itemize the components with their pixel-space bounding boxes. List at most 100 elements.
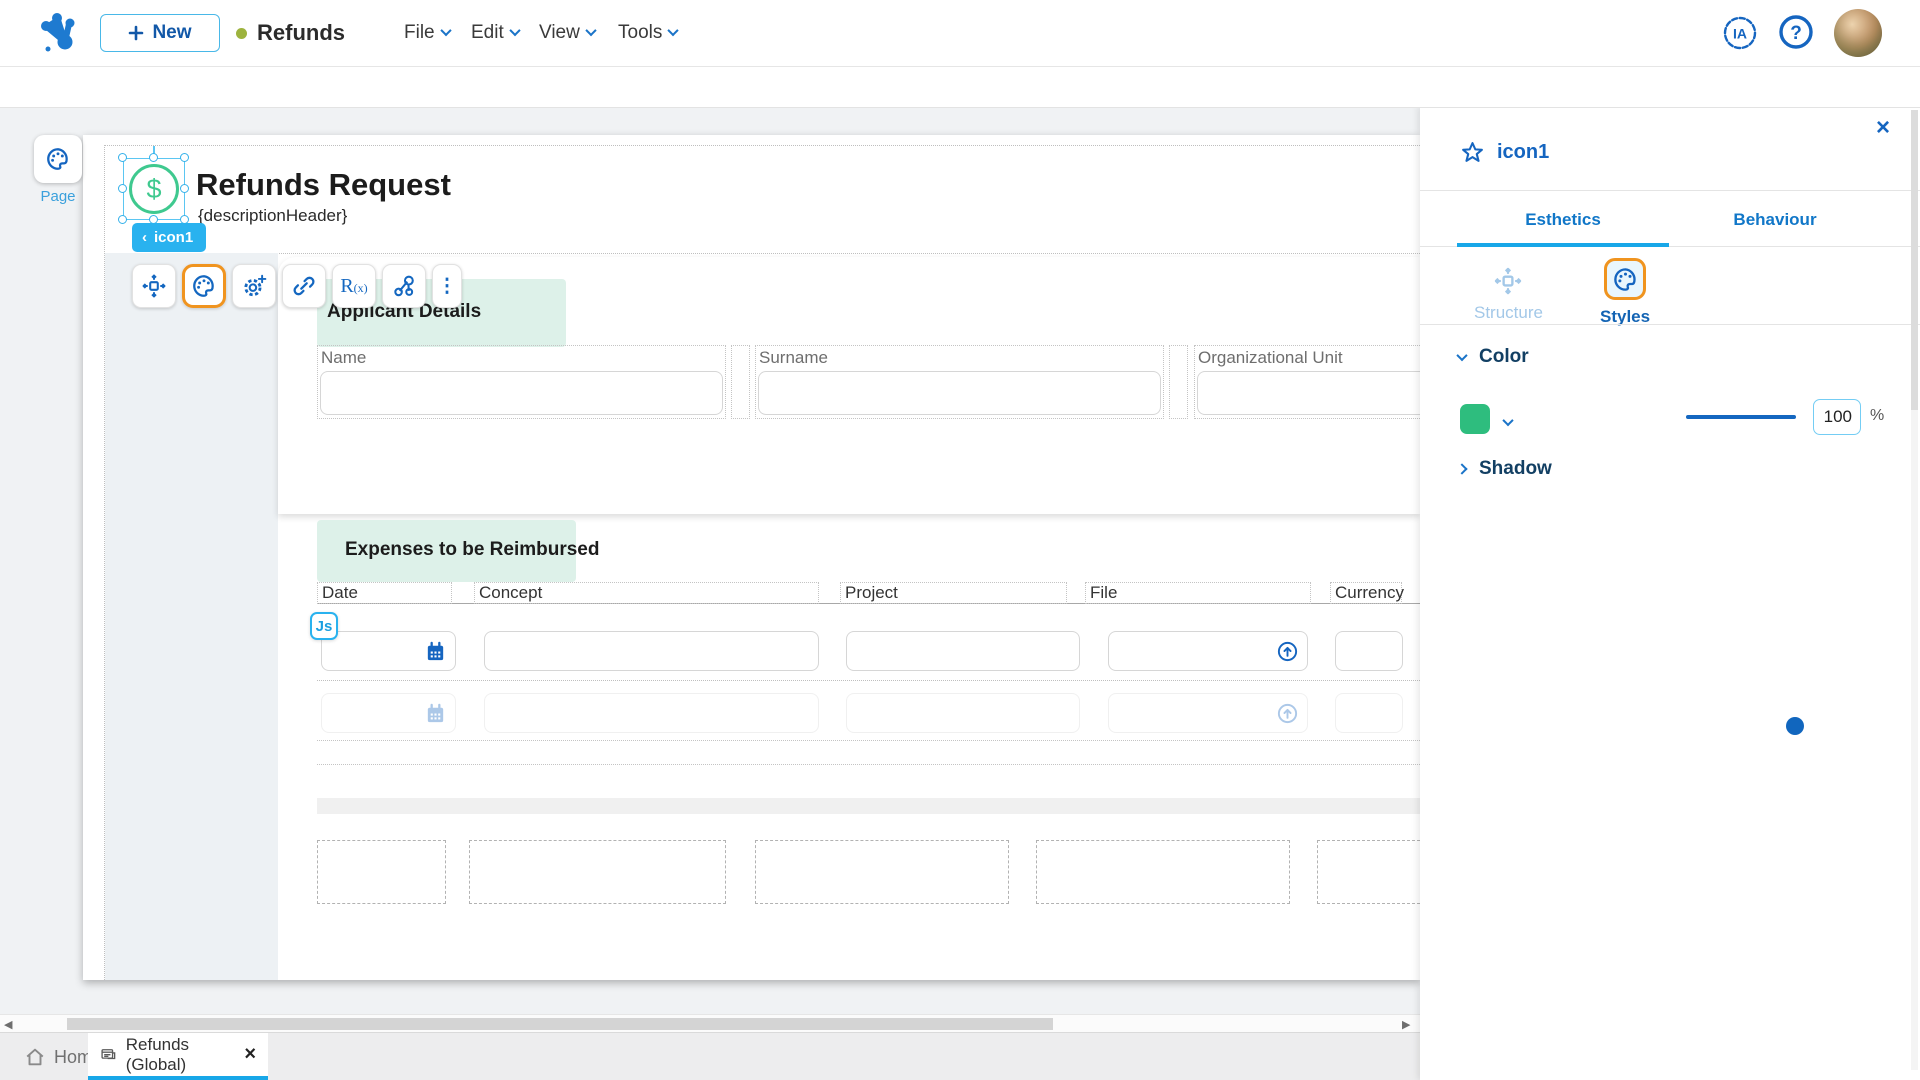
palette-icon	[1613, 267, 1636, 291]
column-header-concept[interactable]: Concept	[474, 582, 819, 604]
name-input[interactable]	[320, 371, 723, 415]
home-icon	[26, 1048, 44, 1066]
column-header-currency[interactable]: Currency	[1330, 582, 1404, 604]
opacity-slider[interactable]	[1686, 415, 1804, 735]
menu-tools-label: Tools	[618, 22, 663, 43]
column-header-date[interactable]: Date	[317, 582, 452, 604]
column-header-project[interactable]: Project	[840, 582, 1067, 604]
chevron-down-icon	[1502, 414, 1514, 427]
new-button[interactable]: New	[100, 14, 220, 52]
menu-view[interactable]: View	[539, 22, 597, 44]
empty-cell[interactable]	[755, 840, 1009, 904]
scroll-right-arrow[interactable]: ▶	[1402, 1018, 1410, 1031]
scrollbar-thumb[interactable]	[67, 1018, 1053, 1030]
palette-icon	[47, 148, 68, 170]
project-input[interactable]	[846, 631, 1080, 671]
form-tab-icon	[101, 1048, 116, 1059]
ia-assistant-button[interactable]: IA	[1718, 11, 1762, 55]
shadow-section-header[interactable]: Shadow	[1456, 458, 1552, 480]
opacity-slider-handle[interactable]	[1786, 717, 1804, 735]
menu-edit[interactable]: Edit	[471, 22, 521, 44]
question-mark-icon: ?	[1779, 15, 1813, 49]
js-event-badge[interactable]: Js	[310, 612, 338, 640]
selected-element-chip[interactable]: ‹ icon1	[132, 223, 207, 252]
plus-icon	[129, 25, 144, 41]
menu-file[interactable]: File	[404, 22, 452, 44]
panel-divider	[1420, 324, 1920, 325]
color-swatch[interactable]	[1460, 404, 1490, 434]
js-badge-label: Js	[315, 617, 333, 635]
field-cell-name[interactable]: Name	[317, 345, 726, 419]
swatch-dropdown[interactable]	[1502, 413, 1514, 431]
more-options-button[interactable]: ⋮	[432, 264, 462, 308]
panel-scrollbar[interactable]	[1911, 110, 1918, 1070]
rules-rx-icon: R(x)	[340, 274, 368, 297]
empty-cell[interactable]	[1036, 840, 1290, 904]
app-logo[interactable]	[36, 11, 82, 57]
empty-cell[interactable]	[1317, 840, 1420, 904]
design-canvas[interactable]: $ Refunds Request {descriptionHeader} ‹ …	[83, 135, 1420, 980]
organizational-unit-input[interactable]	[1197, 371, 1420, 415]
date-input[interactable]	[321, 631, 456, 671]
empty-grid-row[interactable]	[317, 740, 1420, 765]
settings-tool-button[interactable]	[232, 264, 276, 308]
field-label: Name	[321, 348, 367, 367]
top-bar: New Refunds File Edit View Tools IA ?	[0, 0, 1920, 67]
tab-refunds-global[interactable]: Refunds (Global) ×	[88, 1033, 268, 1080]
selection-handle[interactable]	[149, 153, 158, 162]
subtab-structure[interactable]: Structure	[1474, 266, 1543, 323]
subtab-styles[interactable]: Styles	[1600, 258, 1650, 327]
calendar-icon[interactable]	[424, 640, 447, 663]
link-tool-button[interactable]	[282, 264, 326, 308]
chevron-down-icon	[1456, 349, 1468, 362]
selection-handle[interactable]	[118, 184, 127, 193]
selection-handle[interactable]	[118, 153, 127, 162]
horizontal-scrollbar[interactable]: ◀ ▶	[0, 1014, 1420, 1032]
selection-handle[interactable]	[180, 184, 189, 193]
color-section-header[interactable]: Color	[1456, 346, 1529, 368]
empty-cell[interactable]	[317, 840, 446, 904]
structure-move-icon	[1495, 267, 1522, 295]
user-avatar[interactable]	[1834, 9, 1882, 57]
selection-handle[interactable]	[180, 153, 189, 162]
currency-input	[1335, 693, 1403, 733]
empty-cell[interactable]	[469, 840, 726, 904]
surname-input[interactable]	[758, 371, 1161, 415]
panel-title: icon1	[1460, 140, 1549, 165]
palette-icon	[193, 275, 214, 297]
expenses-section-title[interactable]: Expenses to be Reimbursed	[345, 539, 599, 561]
star-icon[interactable]	[1460, 140, 1485, 165]
form-title[interactable]: Refunds Request	[196, 167, 451, 203]
connections-tool-button[interactable]	[382, 264, 426, 308]
scroll-left-arrow[interactable]: ◀	[4, 1018, 12, 1031]
gap-cell[interactable]	[1169, 345, 1188, 419]
color-section-title: Color	[1479, 346, 1529, 367]
selection-handle[interactable]	[118, 215, 127, 224]
page-palette-label: Page	[40, 188, 76, 205]
tab-close-icon[interactable]: ×	[244, 1043, 256, 1066]
menu-tools[interactable]: Tools	[618, 22, 680, 44]
svg-text:?: ?	[1790, 23, 1802, 44]
chevron-right-icon	[1456, 463, 1468, 475]
column-header-file[interactable]: File	[1085, 582, 1311, 604]
gap-cell[interactable]	[731, 345, 750, 419]
rules-tool-button[interactable]: R(x)	[332, 264, 376, 308]
percent-sign: %	[1870, 407, 1885, 424]
opacity-value-input[interactable]	[1813, 399, 1861, 435]
structure-tool-button[interactable]	[132, 264, 176, 308]
panel-scrollbar-thumb[interactable]	[1911, 110, 1918, 410]
styles-tool-button[interactable]	[182, 264, 226, 308]
field-cell-surname[interactable]: Surname	[755, 345, 1164, 419]
page-palette-button[interactable]	[34, 135, 82, 183]
concept-input[interactable]	[484, 631, 819, 671]
form-subtitle[interactable]: {descriptionHeader}	[198, 206, 347, 226]
tab-behaviour[interactable]: Behaviour	[1669, 210, 1881, 230]
tab-esthetics[interactable]: Esthetics	[1457, 210, 1669, 230]
upload-icon[interactable]	[1276, 640, 1299, 663]
field-cell-organizational-unit[interactable]: Organizational Unit	[1194, 345, 1420, 419]
row-divider	[317, 680, 1420, 681]
help-button[interactable]: ?	[1776, 12, 1816, 52]
file-input[interactable]	[1108, 631, 1308, 671]
panel-close-icon[interactable]: ×	[1876, 114, 1890, 142]
currency-input[interactable]	[1335, 631, 1403, 671]
